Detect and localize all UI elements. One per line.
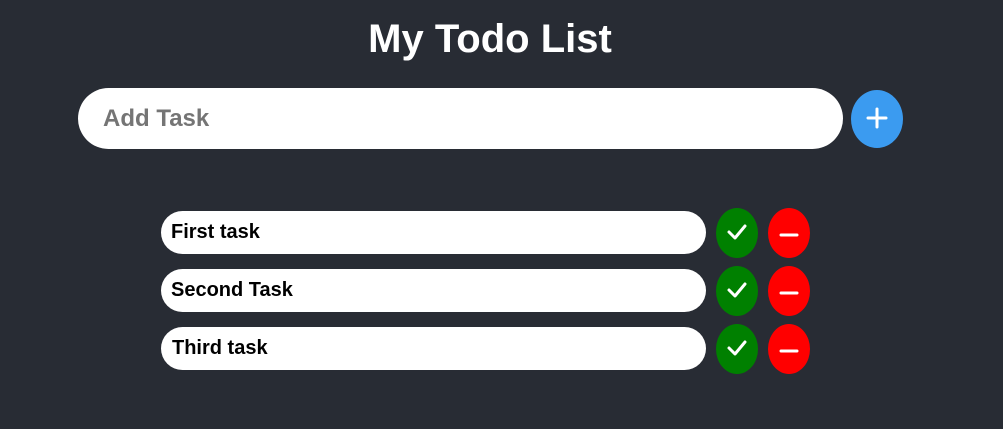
task-text: First task: [161, 211, 706, 254]
complete-task-button[interactable]: [716, 266, 758, 316]
delete-task-button[interactable]: [768, 208, 810, 258]
check-icon: [726, 223, 748, 244]
plus-icon: [866, 107, 888, 132]
check-icon: [726, 281, 748, 302]
page-title: My Todo List: [368, 17, 612, 61]
delete-task-button[interactable]: [768, 266, 810, 316]
add-task-input[interactable]: [78, 88, 843, 149]
task-item: Second Task: [161, 266, 811, 316]
task-text: Second Task: [161, 269, 706, 312]
minus-icon: [779, 342, 799, 357]
complete-task-button[interactable]: [716, 324, 758, 374]
add-task-button[interactable]: [851, 90, 903, 148]
complete-task-button[interactable]: [716, 208, 758, 258]
task-item: First task: [161, 208, 811, 258]
task-item: Third task: [161, 324, 811, 374]
minus-icon: [779, 226, 799, 241]
task-text: Third task: [161, 327, 706, 370]
delete-task-button[interactable]: [768, 324, 810, 374]
check-icon: [726, 339, 748, 360]
task-list: First task Second Task Third task: [161, 208, 811, 382]
minus-icon: [779, 284, 799, 299]
